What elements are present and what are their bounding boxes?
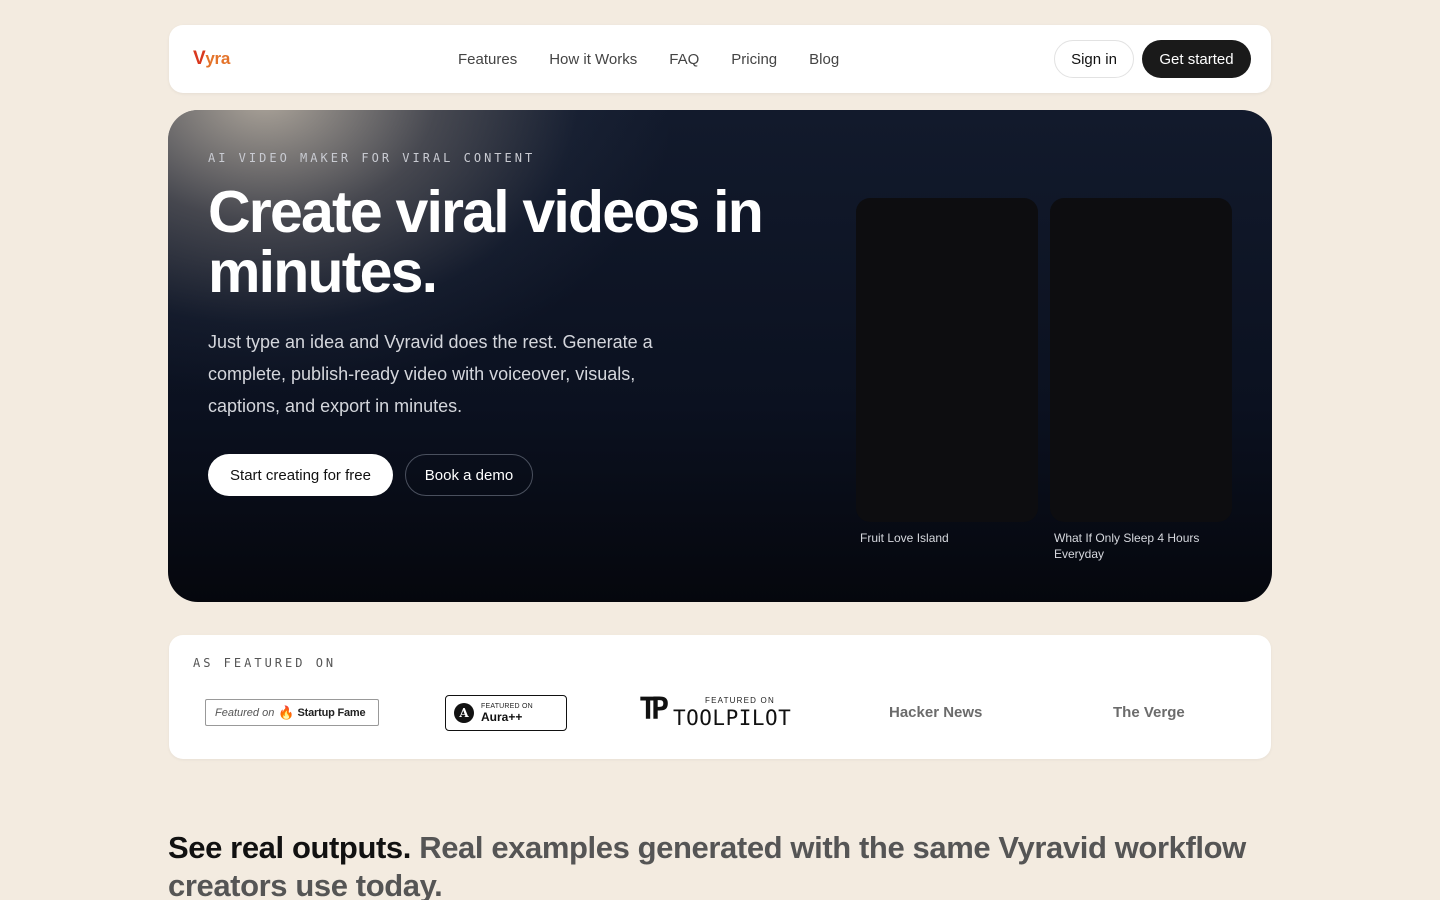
the-verge-logo[interactable]: The Verge: [1113, 704, 1185, 721]
toolpilot-badge[interactable]: FEATURED ON TP TOOLPILOT: [639, 693, 803, 733]
toolpilot-small-label: FEATURED ON: [705, 696, 775, 705]
toolpilot-logo-icon: TP: [639, 692, 669, 727]
hero-title: Create viral videos in minutes.: [208, 179, 764, 305]
hacker-news-logo[interactable]: Hacker News: [889, 704, 982, 721]
book-demo-button[interactable]: Book a demo: [405, 454, 533, 496]
nav-link-features[interactable]: Features: [458, 51, 517, 68]
aura-name: Aura++: [481, 710, 523, 724]
get-started-button[interactable]: Get started: [1142, 40, 1251, 78]
video-preview-card[interactable]: [1050, 198, 1232, 522]
outputs-heading: See real outputs. Real examples generate…: [168, 829, 1248, 900]
sign-in-button[interactable]: Sign in: [1054, 40, 1134, 78]
aura-badge[interactable]: A FEATURED ON Aura++: [445, 695, 567, 731]
outputs-heading-strong: See real outputs.: [168, 830, 411, 865]
nav-link-faq[interactable]: FAQ: [669, 51, 699, 68]
nav-link-pricing[interactable]: Pricing: [731, 51, 777, 68]
featured-label: AS FEATURED ON: [193, 656, 337, 670]
hero-section: AI VIDEO MAKER FOR VIRAL CONTENT Create …: [168, 110, 1272, 602]
video-caption: Fruit Love Island: [860, 531, 949, 545]
brand-logo[interactable]: Vyra: [193, 48, 230, 70]
aura-text: FEATURED ON Aura++: [481, 703, 533, 723]
startup-fame-prefix: Featured on: [215, 706, 275, 719]
startup-fame-name: Startup Fame: [297, 706, 366, 719]
hero-eyebrow: AI VIDEO MAKER FOR VIRAL CONTENT: [208, 151, 536, 165]
featured-on-section: AS FEATURED ON Featured on 🔥 Startup Fam…: [169, 635, 1271, 759]
nav-link-blog[interactable]: Blog: [809, 51, 839, 68]
logo-text: yra: [205, 49, 230, 68]
startup-fame-badge[interactable]: Featured on 🔥 Startup Fame: [205, 699, 379, 726]
top-navbar: Vyra Features How it Works FAQ Pricing B…: [169, 25, 1271, 93]
flame-icon: 🔥: [278, 704, 295, 720]
video-preview-card[interactable]: [856, 198, 1038, 522]
video-caption: What If Only Sleep 4 Hours Everyday: [1054, 531, 1200, 561]
toolpilot-name: TOOLPILOT: [673, 706, 792, 730]
nav-links: Features How it Works FAQ Pricing Blog: [458, 25, 871, 93]
aura-logo-icon: A: [454, 703, 474, 723]
logo-letter: V: [193, 48, 206, 69]
start-creating-button[interactable]: Start creating for free: [208, 454, 393, 496]
nav-link-how-it-works[interactable]: How it Works: [549, 51, 637, 68]
hero-subtitle: Just type an idea and Vyravid does the r…: [208, 332, 653, 416]
